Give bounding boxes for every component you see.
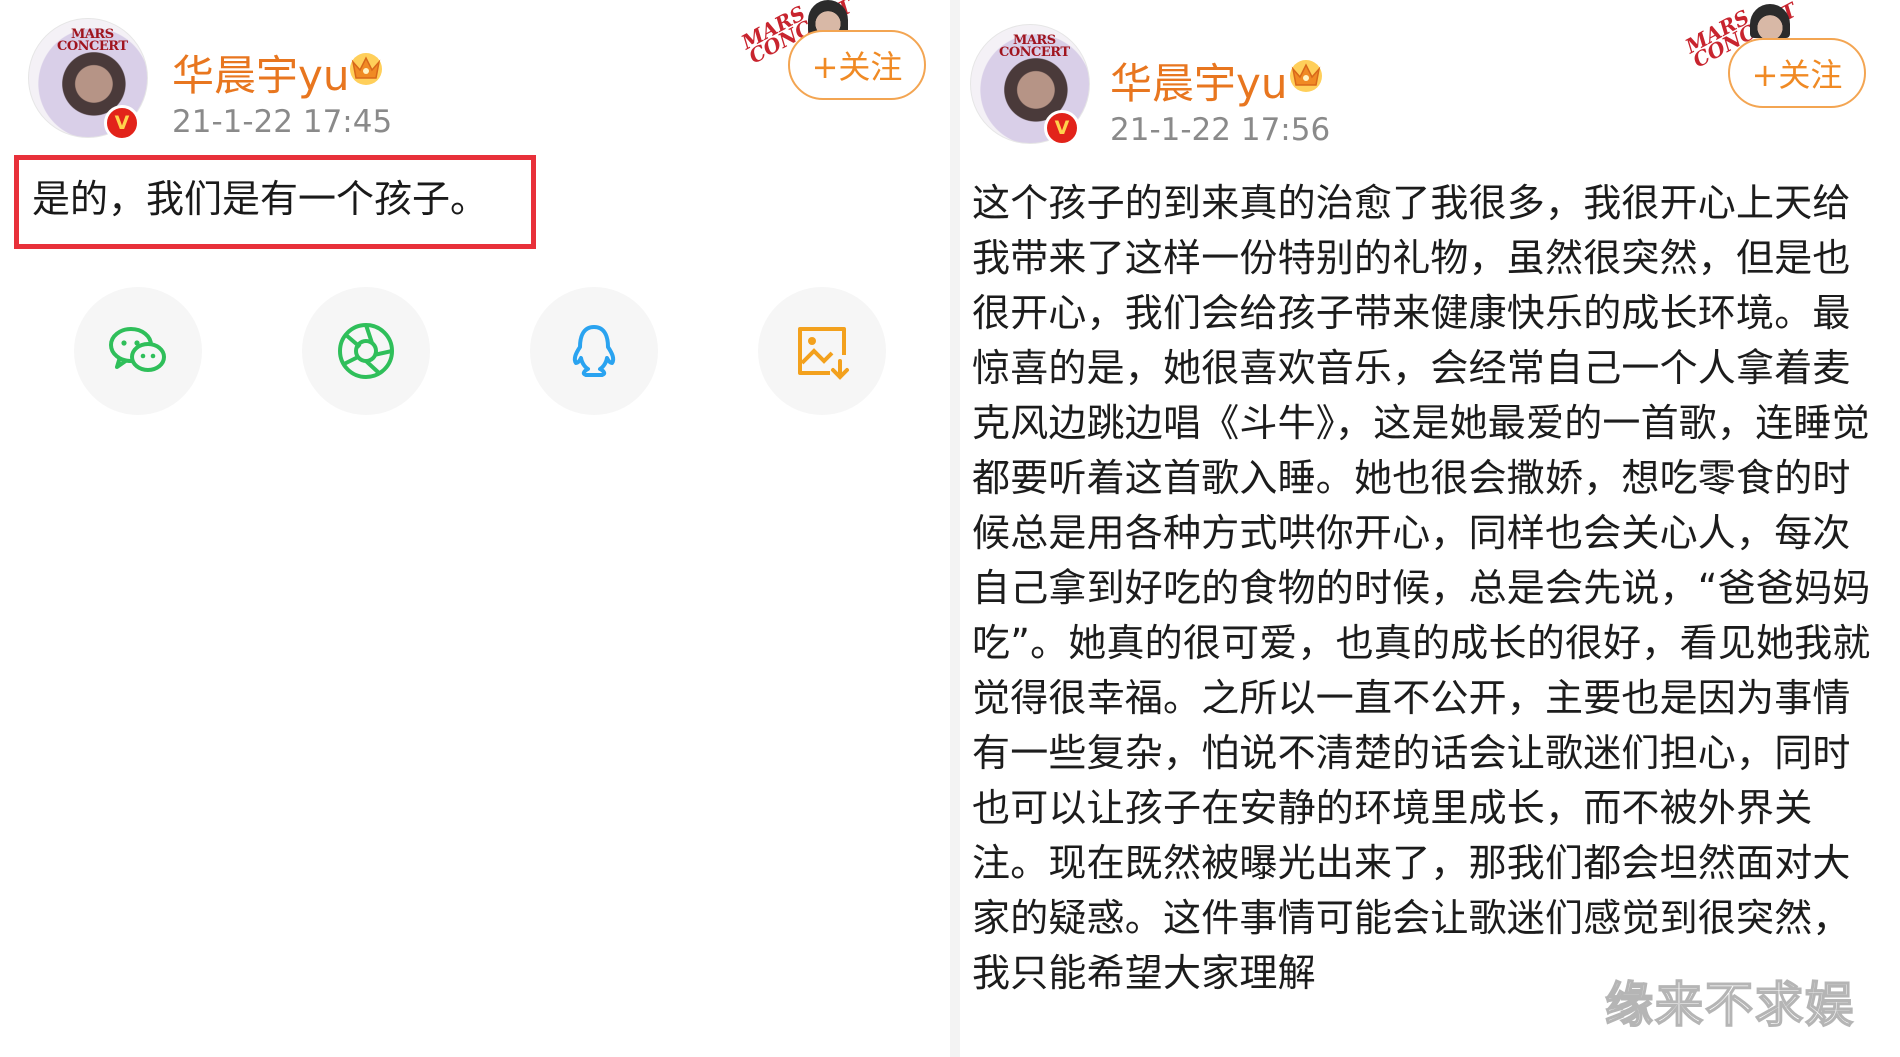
moments-icon [338, 323, 394, 379]
panel-divider [950, 0, 960, 1057]
left-post-panel: MARS CONCERT V 华晨宇yu 21-1-22 17:45 MARS C… [0, 0, 950, 1057]
save-image-icon [798, 327, 849, 380]
share-moments-button[interactable] [302, 287, 430, 415]
peeking-avatar-image [1750, 4, 1790, 38]
avatar-poster-text: MARS CONCERT [999, 33, 1070, 60]
user-name[interactable]: 华晨宇yu [1110, 50, 1287, 111]
save-image-button[interactable] [758, 287, 886, 415]
follow-button[interactable]: +关注 [1728, 38, 1866, 108]
right-post-panel: MARS CONCERT V 华晨宇yu 21-1-22 17:56 MARS C… [960, 0, 1900, 1057]
vip-crown-icon [1290, 60, 1322, 92]
user-name[interactable]: 华晨宇yu [172, 42, 349, 103]
share-qq-button[interactable] [530, 287, 658, 415]
post-timestamp: 21-1-22 17:56 [1110, 112, 1331, 148]
vip-crown-icon [350, 53, 382, 85]
post-text: 这个孩子的到来真的治愈了我很多，我很开心上天给我带来了这样一份特别的礼物，虽然很… [972, 181, 1871, 995]
share-wechat-button[interactable] [74, 287, 202, 415]
qq-icon [572, 325, 616, 377]
post-timestamp: 21-1-22 17:45 [172, 104, 393, 140]
avatar-poster-text: MARS CONCERT [57, 27, 128, 54]
verified-badge-icon: V [1044, 110, 1080, 146]
wechat-icon [109, 327, 166, 372]
peeking-avatar-image [808, 0, 848, 34]
follow-button[interactable]: +关注 [788, 30, 926, 100]
post-text: 是的，我们是有一个孩子。 [32, 177, 489, 221]
verified-badge-icon: V [104, 105, 140, 141]
watermark: 缘来不求娱 [1604, 976, 1856, 1034]
